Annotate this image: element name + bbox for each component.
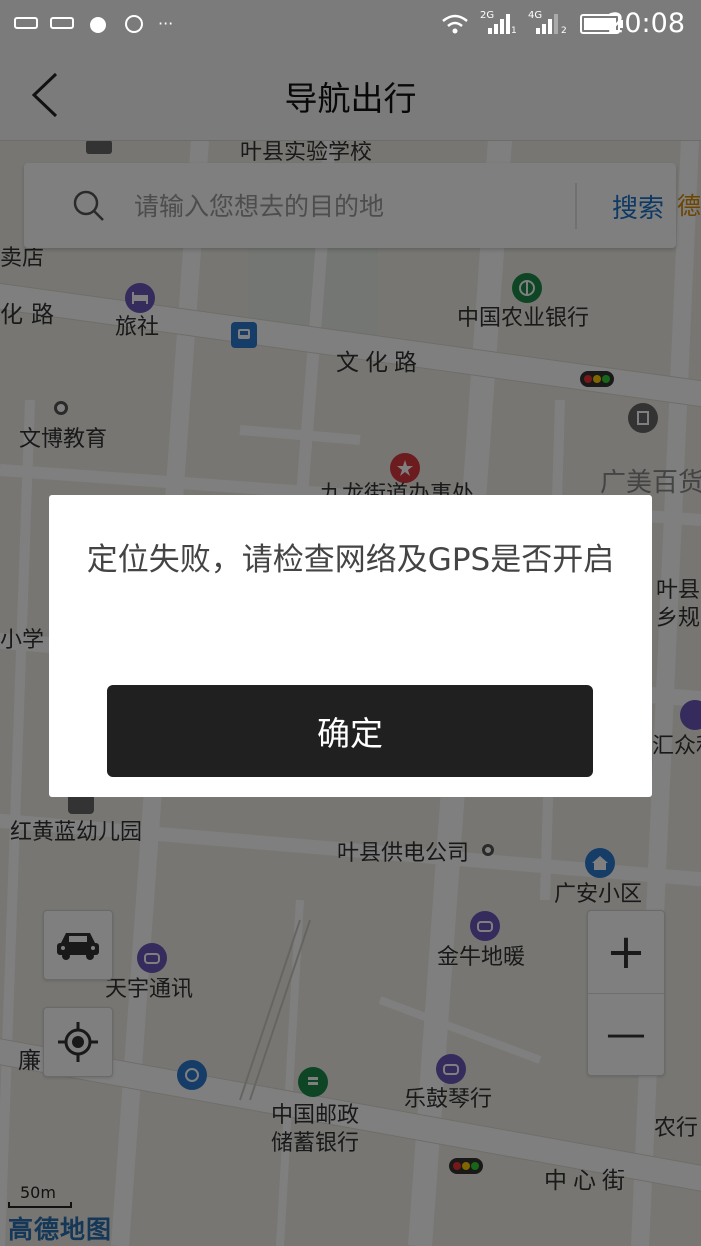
dialog-message: 定位失败，请检查网络及GPS是否开启	[86, 542, 615, 578]
system-status-icons: 2G 1 4G 2	[440, 10, 624, 38]
status-time: 20:08	[607, 8, 685, 39]
wifi-icon	[442, 14, 468, 34]
weather-icon	[125, 15, 143, 33]
weather-icon	[90, 17, 106, 33]
notification-icon	[14, 17, 38, 29]
signal-sim2-icon: 4G 2	[528, 10, 567, 36]
signal-sim1-icon: 2G 1	[480, 10, 517, 36]
confirm-button[interactable]: 确定	[107, 685, 593, 777]
notification-icons: ···	[14, 12, 173, 34]
location-error-dialog: 定位失败，请检查网络及GPS是否开启 确定	[49, 495, 652, 797]
notification-icon	[50, 17, 74, 29]
more-notifications-icon: ···	[158, 13, 174, 33]
